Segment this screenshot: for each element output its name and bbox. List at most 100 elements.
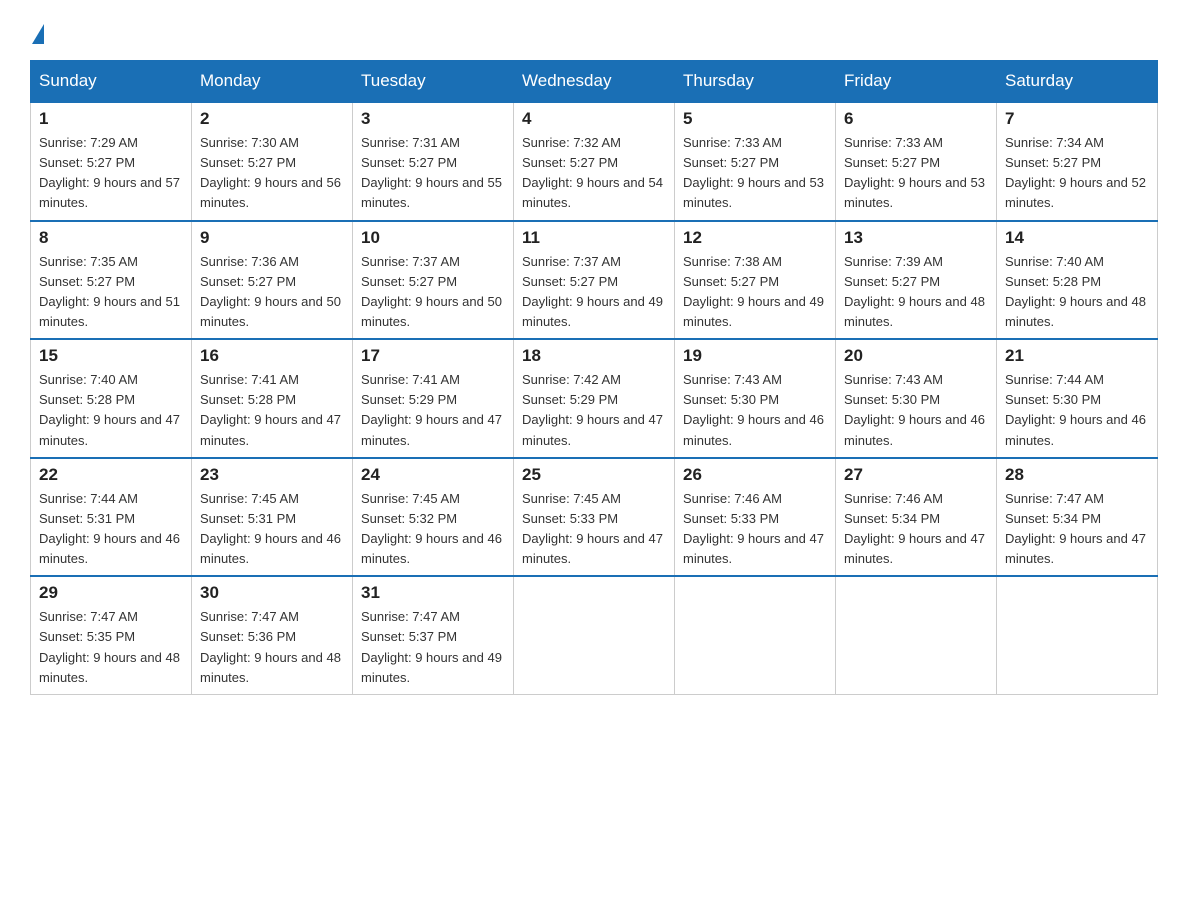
day-info: Sunrise: 7:32 AMSunset: 5:27 PMDaylight:…: [522, 133, 666, 214]
calendar-table: Sunday Monday Tuesday Wednesday Thursday…: [30, 60, 1158, 695]
day-info: Sunrise: 7:36 AMSunset: 5:27 PMDaylight:…: [200, 252, 344, 333]
day-number: 18: [522, 346, 666, 366]
calendar-cell: 30Sunrise: 7:47 AMSunset: 5:36 PMDayligh…: [192, 576, 353, 694]
day-info: Sunrise: 7:38 AMSunset: 5:27 PMDaylight:…: [683, 252, 827, 333]
day-number: 9: [200, 228, 344, 248]
day-info: Sunrise: 7:44 AMSunset: 5:31 PMDaylight:…: [39, 489, 183, 570]
day-info: Sunrise: 7:43 AMSunset: 5:30 PMDaylight:…: [683, 370, 827, 451]
header-friday: Friday: [836, 61, 997, 103]
day-number: 2: [200, 109, 344, 129]
day-number: 4: [522, 109, 666, 129]
day-number: 19: [683, 346, 827, 366]
day-number: 1: [39, 109, 183, 129]
calendar-cell: 20Sunrise: 7:43 AMSunset: 5:30 PMDayligh…: [836, 339, 997, 458]
header-tuesday: Tuesday: [353, 61, 514, 103]
week-row-2: 8Sunrise: 7:35 AMSunset: 5:27 PMDaylight…: [31, 221, 1158, 340]
day-number: 6: [844, 109, 988, 129]
calendar-cell: 10 Sunrise: 7:37 AMSunset: 5:27 PMDayligh…: [353, 221, 514, 340]
day-number: 16: [200, 346, 344, 366]
day-info: Sunrise: 7:41 AMSunset: 5:28 PMDaylight:…: [200, 370, 344, 451]
day-info: Sunrise: 7:34 AMSunset: 5:27 PMDaylight:…: [1005, 133, 1149, 214]
calendar-cell: 23 Sunrise: 7:45 AMSunset: 5:31 PMDayligh…: [192, 458, 353, 577]
day-info: Sunrise: 7:44 AMSunset: 5:30 PMDaylight:…: [1005, 370, 1149, 451]
day-number: 22: [39, 465, 183, 485]
day-info: Sunrise: 7:39 AMSunset: 5:27 PMDaylight:…: [844, 252, 988, 333]
calendar-cell: 22 Sunrise: 7:44 AMSunset: 5:31 PMDayligh…: [31, 458, 192, 577]
calendar-cell: 29Sunrise: 7:47 AMSunset: 5:35 PMDayligh…: [31, 576, 192, 694]
day-number: 15: [39, 346, 183, 366]
day-info: Sunrise: 7:30 AMSunset: 5:27 PMDaylight:…: [200, 133, 344, 214]
week-row-1: 1 Sunrise: 7:29 AMSunset: 5:27 PMDaylight…: [31, 102, 1158, 221]
calendar-cell: 7Sunrise: 7:34 AMSunset: 5:27 PMDaylight…: [997, 102, 1158, 221]
day-info: Sunrise: 7:37 AMSunset: 5:27 PMDaylight:…: [361, 252, 505, 333]
calendar-cell: 4 Sunrise: 7:32 AMSunset: 5:27 PMDaylight…: [514, 102, 675, 221]
calendar-cell: 25 Sunrise: 7:45 AMSunset: 5:33 PMDayligh…: [514, 458, 675, 577]
day-info: Sunrise: 7:47 AMSunset: 5:34 PMDaylight:…: [1005, 489, 1149, 570]
calendar-cell: 3Sunrise: 7:31 AMSunset: 5:27 PMDaylight…: [353, 102, 514, 221]
calendar-cell: 19 Sunrise: 7:43 AMSunset: 5:30 PMDayligh…: [675, 339, 836, 458]
week-row-5: 29Sunrise: 7:47 AMSunset: 5:35 PMDayligh…: [31, 576, 1158, 694]
header-wednesday: Wednesday: [514, 61, 675, 103]
calendar-cell: [836, 576, 997, 694]
calendar-cell: 17Sunrise: 7:41 AMSunset: 5:29 PMDayligh…: [353, 339, 514, 458]
day-number: 8: [39, 228, 183, 248]
calendar-cell: 12 Sunrise: 7:38 AMSunset: 5:27 PMDayligh…: [675, 221, 836, 340]
day-number: 27: [844, 465, 988, 485]
day-info: Sunrise: 7:37 AMSunset: 5:27 PMDaylight:…: [522, 252, 666, 333]
calendar-cell: 31Sunrise: 7:47 AMSunset: 5:37 PMDayligh…: [353, 576, 514, 694]
day-info: Sunrise: 7:45 AMSunset: 5:31 PMDaylight:…: [200, 489, 344, 570]
day-info: Sunrise: 7:33 AMSunset: 5:27 PMDaylight:…: [683, 133, 827, 214]
day-number: 11: [522, 228, 666, 248]
day-number: 29: [39, 583, 183, 603]
calendar-cell: 16 Sunrise: 7:41 AMSunset: 5:28 PMDayligh…: [192, 339, 353, 458]
week-row-4: 22 Sunrise: 7:44 AMSunset: 5:31 PMDayligh…: [31, 458, 1158, 577]
header-monday: Monday: [192, 61, 353, 103]
calendar-cell: 21 Sunrise: 7:44 AMSunset: 5:30 PMDayligh…: [997, 339, 1158, 458]
day-info: Sunrise: 7:45 AMSunset: 5:32 PMDaylight:…: [361, 489, 505, 570]
calendar-cell: 9 Sunrise: 7:36 AMSunset: 5:27 PMDaylight…: [192, 221, 353, 340]
calendar-cell: 5 Sunrise: 7:33 AMSunset: 5:27 PMDaylight…: [675, 102, 836, 221]
day-info: Sunrise: 7:40 AMSunset: 5:28 PMDaylight:…: [39, 370, 183, 451]
day-info: Sunrise: 7:29 AMSunset: 5:27 PMDaylight:…: [39, 133, 183, 214]
logo-triangle-icon: [32, 24, 44, 44]
page-header: [30, 20, 1158, 40]
weekday-header-row: Sunday Monday Tuesday Wednesday Thursday…: [31, 61, 1158, 103]
week-row-3: 15 Sunrise: 7:40 AMSunset: 5:28 PMDayligh…: [31, 339, 1158, 458]
day-number: 26: [683, 465, 827, 485]
day-number: 12: [683, 228, 827, 248]
calendar-cell: [675, 576, 836, 694]
day-info: Sunrise: 7:46 AMSunset: 5:34 PMDaylight:…: [844, 489, 988, 570]
calendar-cell: [997, 576, 1158, 694]
header-sunday: Sunday: [31, 61, 192, 103]
day-number: 24: [361, 465, 505, 485]
calendar-cell: 13 Sunrise: 7:39 AMSunset: 5:27 PMDayligh…: [836, 221, 997, 340]
day-number: 28: [1005, 465, 1149, 485]
calendar-cell: 27 Sunrise: 7:46 AMSunset: 5:34 PMDayligh…: [836, 458, 997, 577]
header-saturday: Saturday: [997, 61, 1158, 103]
calendar-cell: [514, 576, 675, 694]
day-number: 20: [844, 346, 988, 366]
calendar-cell: 18 Sunrise: 7:42 AMSunset: 5:29 PMDayligh…: [514, 339, 675, 458]
calendar-cell: 15 Sunrise: 7:40 AMSunset: 5:28 PMDayligh…: [31, 339, 192, 458]
calendar-cell: 28 Sunrise: 7:47 AMSunset: 5:34 PMDayligh…: [997, 458, 1158, 577]
day-number: 5: [683, 109, 827, 129]
calendar-cell: 1 Sunrise: 7:29 AMSunset: 5:27 PMDaylight…: [31, 102, 192, 221]
day-number: 25: [522, 465, 666, 485]
calendar-cell: 11 Sunrise: 7:37 AMSunset: 5:27 PMDayligh…: [514, 221, 675, 340]
day-number: 3: [361, 109, 505, 129]
day-number: 14: [1005, 228, 1149, 248]
calendar-cell: 8Sunrise: 7:35 AMSunset: 5:27 PMDaylight…: [31, 221, 192, 340]
day-number: 13: [844, 228, 988, 248]
day-info: Sunrise: 7:46 AMSunset: 5:33 PMDaylight:…: [683, 489, 827, 570]
calendar-cell: 2 Sunrise: 7:30 AMSunset: 5:27 PMDaylight…: [192, 102, 353, 221]
day-info: Sunrise: 7:42 AMSunset: 5:29 PMDaylight:…: [522, 370, 666, 451]
calendar-cell: 24 Sunrise: 7:45 AMSunset: 5:32 PMDayligh…: [353, 458, 514, 577]
day-number: 17: [361, 346, 505, 366]
day-number: 31: [361, 583, 505, 603]
day-number: 21: [1005, 346, 1149, 366]
day-info: Sunrise: 7:45 AMSunset: 5:33 PMDaylight:…: [522, 489, 666, 570]
day-number: 10: [361, 228, 505, 248]
day-number: 23: [200, 465, 344, 485]
day-info: Sunrise: 7:47 AMSunset: 5:36 PMDaylight:…: [200, 607, 344, 688]
calendar-cell: 14Sunrise: 7:40 AMSunset: 5:28 PMDayligh…: [997, 221, 1158, 340]
